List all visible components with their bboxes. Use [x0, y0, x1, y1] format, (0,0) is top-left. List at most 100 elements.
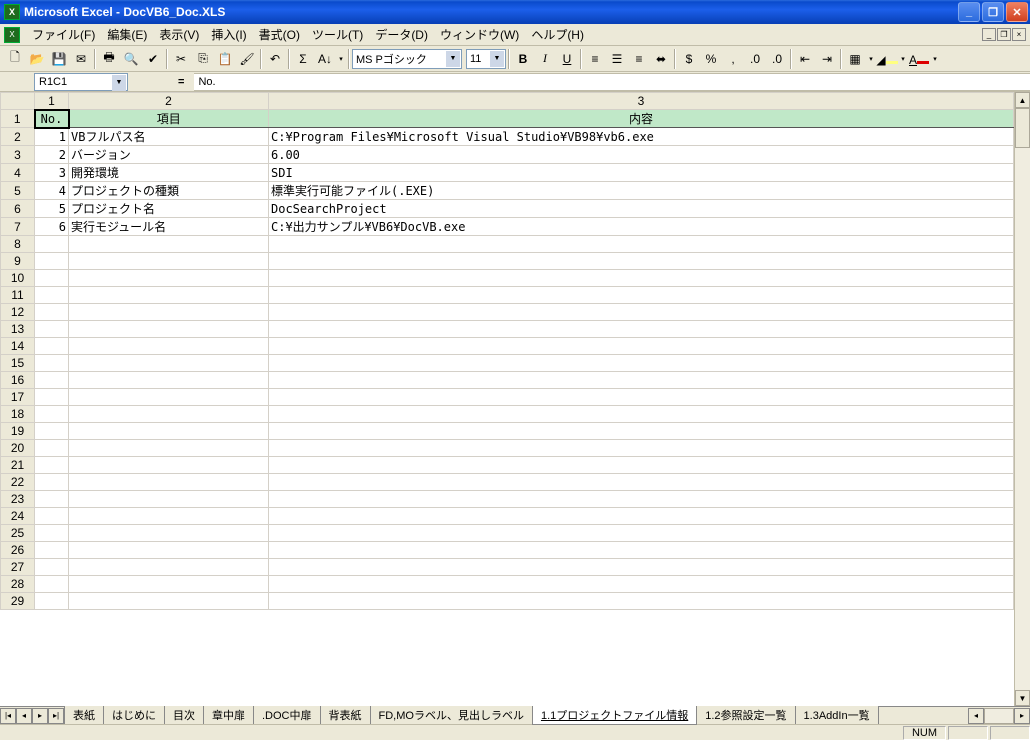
preview-button[interactable]: 🔍 [120, 48, 142, 70]
cell[interactable] [35, 338, 69, 355]
cell[interactable] [69, 474, 269, 491]
row-header[interactable]: 14 [1, 338, 35, 355]
cell-header-content[interactable]: 内容 [269, 110, 1014, 128]
row-header[interactable]: 10 [1, 270, 35, 287]
cell[interactable] [269, 457, 1014, 474]
cell[interactable] [269, 576, 1014, 593]
document-icon[interactable]: X [4, 27, 20, 43]
email-button[interactable]: ✉ [70, 48, 92, 70]
tab-first-button[interactable]: |◂ [0, 708, 16, 724]
cell[interactable] [269, 525, 1014, 542]
sort-asc-button[interactable]: A↓ [314, 48, 336, 70]
mdi-restore-button[interactable]: ❐ [997, 28, 1011, 41]
cell[interactable] [35, 406, 69, 423]
cell[interactable] [269, 474, 1014, 491]
menu-data[interactable]: データ(D) [369, 24, 434, 45]
scroll-up-button[interactable]: ▲ [1015, 92, 1030, 108]
align-center-button[interactable]: ☰ [606, 48, 628, 70]
autosum-button[interactable]: Σ [292, 48, 314, 70]
row-header[interactable]: 23 [1, 491, 35, 508]
spellcheck-button[interactable]: ✔ [142, 48, 164, 70]
row-header[interactable]: 3 [1, 146, 35, 164]
cell[interactable] [269, 355, 1014, 372]
row-header[interactable]: 22 [1, 474, 35, 491]
cell[interactable] [35, 270, 69, 287]
cell[interactable] [69, 423, 269, 440]
row-header[interactable]: 9 [1, 253, 35, 270]
sheet-tab[interactable]: 目次 [164, 706, 204, 725]
print-button[interactable]: 🖶 [98, 48, 120, 70]
borders-button[interactable]: ▦ [844, 48, 866, 70]
cell[interactable] [269, 321, 1014, 338]
cell[interactable] [69, 236, 269, 253]
row-header[interactable]: 15 [1, 355, 35, 372]
cell[interactable] [269, 287, 1014, 304]
new-button[interactable]: 🗋 [4, 48, 26, 70]
row-header[interactable]: 18 [1, 406, 35, 423]
decrease-decimal-button[interactable]: .0 [766, 48, 788, 70]
menu-format[interactable]: 書式(O) [253, 24, 306, 45]
cell[interactable]: 1 [35, 128, 69, 146]
format-painter-button[interactable]: 🖌 [236, 48, 258, 70]
sheet-tab[interactable]: 背表紙 [320, 706, 371, 725]
cell[interactable]: プロジェクトの種類 [69, 182, 269, 200]
copy-button[interactable]: ⎘ [192, 48, 214, 70]
menu-tools[interactable]: ツール(T) [306, 24, 369, 45]
open-button[interactable]: 📂 [26, 48, 48, 70]
cell[interactable] [69, 355, 269, 372]
sheet-tab-active[interactable]: 1.1プロジェクトファイル情報 [532, 706, 697, 725]
row-header[interactable]: 24 [1, 508, 35, 525]
cell[interactable]: 開発環境 [69, 164, 269, 182]
scroll-thumb[interactable] [1015, 108, 1030, 148]
row-header[interactable]: 5 [1, 182, 35, 200]
tab-last-button[interactable]: ▸| [48, 708, 64, 724]
toolbar-more-button[interactable]: ▾ [336, 48, 346, 70]
cell[interactable] [69, 287, 269, 304]
cell[interactable] [35, 542, 69, 559]
font-color-dropdown[interactable]: ▾ [930, 48, 940, 70]
scroll-down-button[interactable]: ▼ [1015, 690, 1030, 706]
row-header[interactable]: 13 [1, 321, 35, 338]
cell[interactable]: C:¥Program Files¥Microsoft Visual Studio… [269, 128, 1014, 146]
cell[interactable] [269, 423, 1014, 440]
undo-button[interactable]: ↶ [264, 48, 286, 70]
cell[interactable] [35, 440, 69, 457]
cell[interactable] [35, 321, 69, 338]
row-header[interactable]: 26 [1, 542, 35, 559]
sheet-tab[interactable]: 表紙 [64, 706, 104, 725]
increase-indent-button[interactable]: ⇥ [816, 48, 838, 70]
cell[interactable] [35, 236, 69, 253]
cell[interactable] [69, 457, 269, 474]
cell[interactable] [35, 525, 69, 542]
cell[interactable] [269, 491, 1014, 508]
formula-input[interactable]: No. [194, 73, 1030, 91]
cell[interactable]: DocSearchProject [269, 200, 1014, 218]
cell[interactable]: 6 [35, 218, 69, 236]
hscroll-track[interactable] [984, 708, 1014, 724]
cell[interactable] [269, 593, 1014, 610]
increase-decimal-button[interactable]: .0 [744, 48, 766, 70]
scroll-track[interactable] [1015, 108, 1030, 690]
cell[interactable]: SDI [269, 164, 1014, 182]
menu-edit[interactable]: 編集(E) [101, 24, 153, 45]
merge-center-button[interactable]: ⬌ [650, 48, 672, 70]
cell[interactable]: 4 [35, 182, 69, 200]
row-header[interactable]: 29 [1, 593, 35, 610]
percent-button[interactable]: % [700, 48, 722, 70]
cell[interactable] [69, 508, 269, 525]
cell[interactable] [35, 389, 69, 406]
font-size-select[interactable]: 11 ▼ [466, 49, 506, 69]
align-right-button[interactable]: ≡ [628, 48, 650, 70]
fill-color-dropdown[interactable]: ▾ [898, 48, 908, 70]
font-name-select[interactable]: MS Pゴシック ▼ [352, 49, 462, 69]
row-header[interactable]: 7 [1, 218, 35, 236]
row-header[interactable]: 27 [1, 559, 35, 576]
cell[interactable]: 標準実行可能ファイル(.EXE) [269, 182, 1014, 200]
cell[interactable]: 5 [35, 200, 69, 218]
cell[interactable] [269, 406, 1014, 423]
cut-button[interactable]: ✂ [170, 48, 192, 70]
row-header[interactable]: 17 [1, 389, 35, 406]
mdi-close-button[interactable]: × [1012, 28, 1026, 41]
sheet-tab[interactable]: はじめに [103, 706, 165, 725]
cell[interactable] [35, 304, 69, 321]
